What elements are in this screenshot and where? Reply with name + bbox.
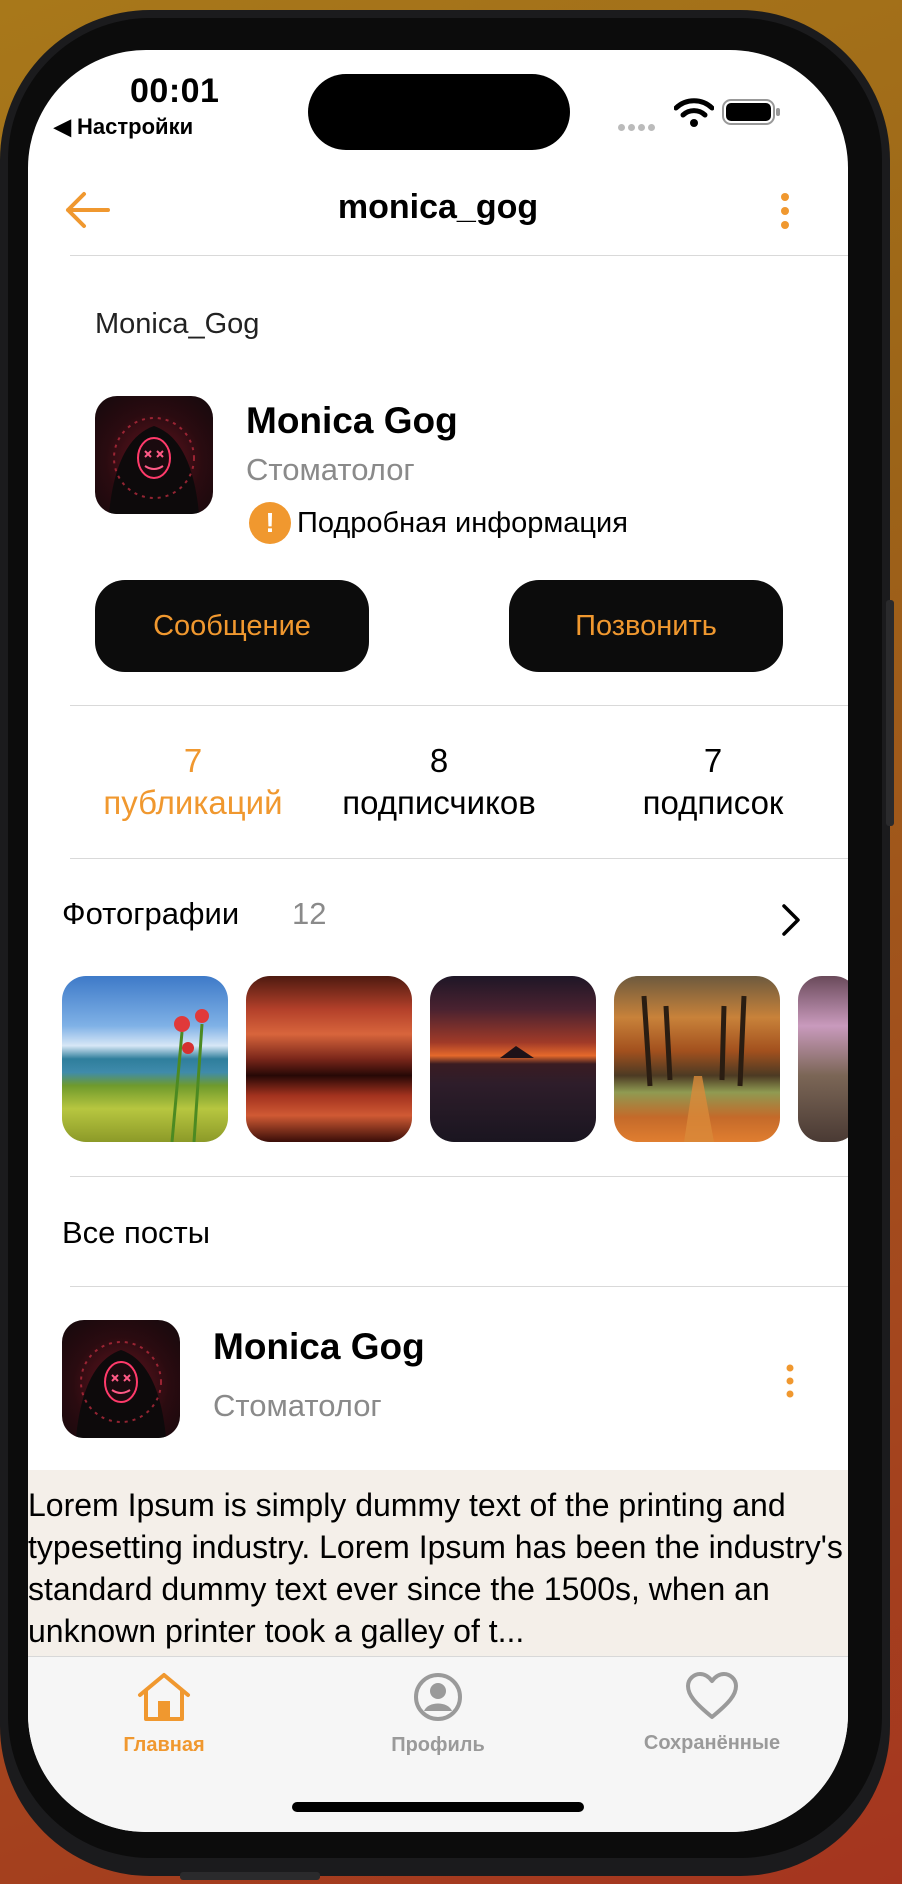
tab-saved-label: Сохранённые: [643, 1732, 781, 1754]
stat-following[interactable]: 7 подписок: [598, 740, 828, 824]
post-author-profession: Стоматолог: [213, 1388, 382, 1423]
back-to-settings[interactable]: ◀ Настройки: [54, 114, 193, 140]
battery-icon: [722, 99, 780, 125]
dynamic-island: [308, 74, 570, 150]
photo-thumbnail[interactable]: [62, 976, 228, 1142]
autumn-road-photo: [641, 995, 747, 1142]
cellular-signal-icon: [618, 118, 658, 136]
tab-saved[interactable]: Сохранённые: [602, 1671, 822, 1755]
divider: [70, 858, 848, 859]
photos-count: 12: [292, 896, 327, 931]
photo-thumbnail[interactable]: [246, 976, 412, 1142]
avatar-mask-image: [109, 417, 199, 514]
photos-title: Фотографии: [62, 896, 240, 931]
tab-home-label: Главная: [123, 1734, 205, 1756]
flower-photo: [170, 1009, 209, 1142]
stat-count: 7: [183, 742, 203, 779]
all-posts-title: Все посты: [62, 1215, 211, 1250]
stat-count: 8: [429, 742, 449, 779]
home-indicator[interactable]: [292, 1802, 584, 1812]
chevron-right-icon[interactable]: [780, 902, 802, 938]
divider: [70, 705, 848, 706]
stat-count: 7: [703, 742, 723, 779]
stat-label: подписчиков: [342, 784, 536, 821]
post-more-icon[interactable]: [785, 1364, 795, 1398]
tab-profile-label: Профиль: [391, 1734, 485, 1756]
heart-icon: [686, 1672, 738, 1719]
divider: [70, 1176, 848, 1177]
tab-home[interactable]: Главная: [54, 1671, 274, 1757]
phone-screen: 00:01 ◀ Настройки monica_gog Monica_Gog …: [28, 50, 848, 1832]
stat-label: публикаций: [103, 784, 283, 821]
info-link-label: Подробная информация: [297, 506, 628, 539]
avatar-mask-image: [76, 1341, 166, 1438]
profile-profession: Стоматолог: [246, 452, 415, 487]
post-author-name: Monica Gog: [213, 1326, 425, 1367]
info-warning-icon: !: [249, 502, 291, 544]
wifi-icon: [674, 98, 714, 127]
side-button: [886, 600, 894, 826]
stat-followers[interactable]: 8 подписчиков: [324, 740, 554, 824]
photo-thumbnail[interactable]: [430, 976, 596, 1142]
call-button[interactable]: Позвонить: [509, 580, 783, 672]
photo-thumbnail[interactable]: [798, 976, 848, 1142]
post-text[interactable]: Lorem Ipsum is simply dummy text of the …: [28, 1484, 848, 1652]
tab-profile[interactable]: Профиль: [328, 1671, 548, 1757]
photo-thumbnail[interactable]: [614, 976, 780, 1142]
status-time: 00:01: [130, 72, 220, 110]
avatar[interactable]: [95, 396, 213, 514]
profile-username: Monica_Gog: [95, 308, 260, 340]
sunset-photo: [500, 1046, 534, 1058]
info-link[interactable]: ! Подробная информация: [249, 502, 628, 544]
stat-label: подписок: [642, 784, 784, 821]
divider: [70, 255, 848, 256]
home-icon: [138, 1673, 190, 1721]
profile-name: Monica Gog: [246, 400, 458, 441]
post-author-avatar[interactable]: [62, 1320, 180, 1438]
stat-publications[interactable]: 7 публикаций: [78, 740, 308, 824]
divider: [70, 1286, 848, 1287]
profile-icon: [414, 1673, 462, 1721]
bottom-button: [180, 1872, 320, 1880]
nav-title: monica_gog: [337, 188, 539, 226]
message-button[interactable]: Сообщение: [95, 580, 369, 672]
more-options-icon[interactable]: [780, 192, 790, 230]
